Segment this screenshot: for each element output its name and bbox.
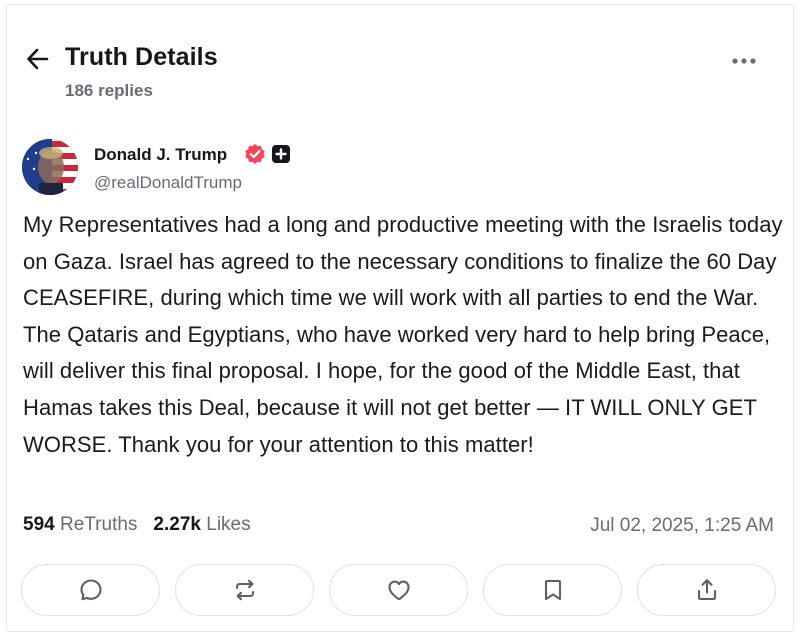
author-display-name[interactable]: Donald J. Trump: [94, 145, 227, 165]
verified-badge-icon: [245, 144, 265, 164]
retruths-label: ReTruths: [59, 514, 138, 535]
author-handle[interactable]: @realDonaldTrump: [94, 173, 242, 193]
like-button[interactable]: [329, 564, 468, 616]
page-title: Truth Details: [65, 43, 218, 71]
likes-count: 2.27k: [153, 514, 201, 535]
reply-count: 186 replies: [65, 81, 153, 100]
avatar[interactable]: [22, 139, 78, 195]
retruths-stat[interactable]: 594 ReTruths: [23, 514, 137, 536]
like-icon: [387, 580, 410, 601]
bookmark-icon: [544, 579, 561, 601]
bookmark-button[interactable]: [483, 564, 622, 616]
more-options-icon[interactable]: [727, 50, 761, 72]
share-button[interactable]: [637, 564, 776, 616]
retruth-icon: [235, 579, 254, 601]
share-icon: [697, 579, 716, 601]
back-arrow-icon[interactable]: [25, 46, 51, 72]
likes-stat[interactable]: 2.27k Likes: [153, 514, 250, 536]
reply-icon: [79, 579, 102, 601]
post-stats: 594 ReTruths 2.27k Likes: [23, 514, 251, 536]
post-text: My Representatives had a long and produc…: [23, 212, 783, 457]
likes-label: Likes: [206, 514, 251, 535]
reply-button[interactable]: [21, 564, 160, 616]
plus-badge-icon: [272, 145, 290, 163]
post-timestamp: Jul 02, 2025, 1:25 AM: [590, 515, 774, 536]
retruth-button[interactable]: [175, 564, 314, 616]
retruths-count: 594: [23, 514, 55, 535]
avatar-image: [22, 139, 78, 195]
